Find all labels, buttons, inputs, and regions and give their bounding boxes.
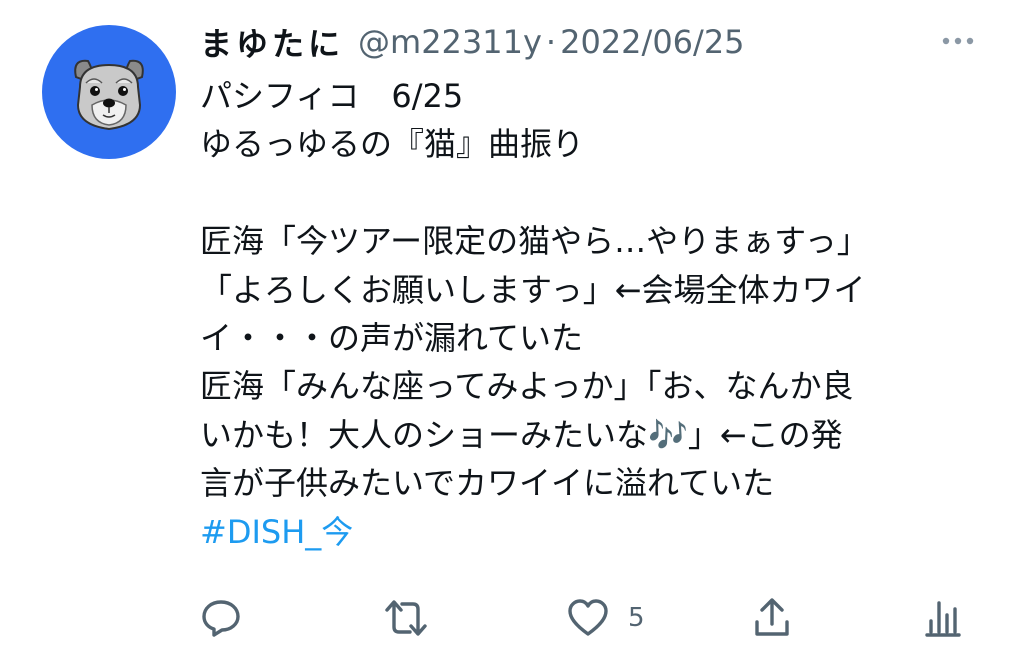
analytics-button[interactable] [922,592,964,644]
like-count: 5 [628,603,645,633]
tweet-text: パシフィコ 6/25 ゆるっゆるの『猫』曲振り 匠海「今ツアー限定の猫やら…やり… [200,72,990,556]
share-icon [755,598,789,636]
tweet-line: 匠海「みんな座ってみよっか」「お、なんか良 [200,367,854,406]
tweet-date[interactable]: 2022/06/25 [560,23,744,61]
tweet-line: パシフィコ 6/25 [200,77,464,115]
action-bar: 5 [0,592,1024,644]
share-button[interactable] [752,592,792,644]
reply-button[interactable] [200,592,242,644]
tweet-line: イ・・・の声が漏れていた [200,318,584,357]
heart-icon [568,599,608,636]
avatar[interactable] [42,25,176,159]
tweet-line: 匠海「今ツアー限定の猫やら…やりまぁすっ」 [200,222,869,261]
tweet-line: 言が子供みたいでカワイイに溢れていた [200,464,775,503]
tweet-line: いかも！大人のショーみたいな🎶」←この発 [200,415,843,454]
retweet-button[interactable] [383,592,429,644]
reply-icon [202,600,240,637]
display-name[interactable]: まゆたに [200,19,344,65]
tweet-line: 「よろしくお願いしますっ」←会場全体カワイ [200,270,866,309]
dog-avatar-icon [74,59,144,131]
tweet: まゆたに @m22311y · 2022/06/25 パシフィコ 6/25 ゆる… [0,0,1024,653]
analytics-icon [925,601,961,637]
separator-dot: · [545,23,557,61]
more-icon [942,37,974,45]
tweet-line: ゆるっゆるの『猫』曲振り [200,125,585,164]
user-handle[interactable]: @m22311y [358,23,542,61]
tweet-header: まゆたに @m22311y · 2022/06/25 [200,20,745,64]
like-button[interactable]: 5 [566,592,645,644]
more-options-button[interactable] [938,26,978,56]
hashtag-link[interactable]: #DISH_今 [200,513,353,551]
retweet-icon [385,600,427,636]
